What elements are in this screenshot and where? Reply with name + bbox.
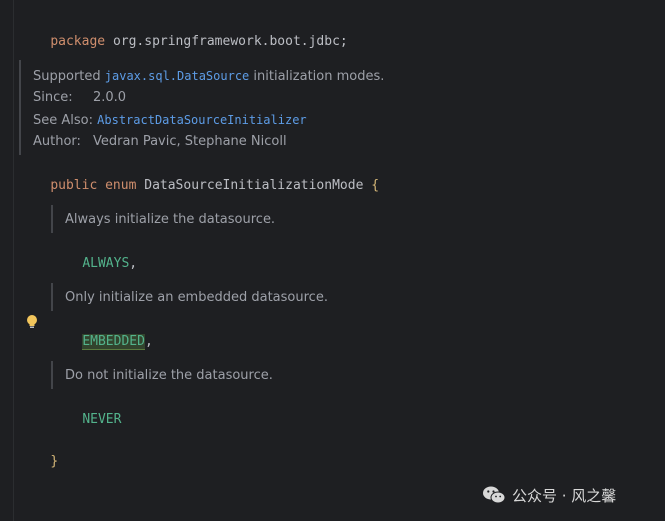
class-doc-summary-suffix: initialization modes.	[253, 69, 385, 84]
class-doc-since-label: Since:	[33, 90, 73, 105]
code-editor[interactable]: package org.springframework.boot.jdbc; S…	[0, 0, 665, 521]
package-declaration[interactable]: package org.springframework.boot.jdbc;	[19, 18, 348, 66]
class-doc-see-also-label: See Also:	[33, 113, 93, 128]
gutter-guide	[13, 0, 14, 521]
class-doc-summary: Supported javax.sql.DataSource initializ…	[33, 68, 384, 85]
package-keyword: package	[50, 34, 106, 49]
enum-constant-suffix: ,	[129, 256, 138, 271]
public-keyword: public	[50, 178, 98, 193]
enum-constant-embedded[interactable]: EMBEDDED,	[51, 318, 153, 366]
class-doc-summary-prefix: Supported	[33, 69, 101, 84]
enum-name: DataSourceInitializationMode	[144, 178, 364, 193]
watermark: 公众号 · 风之馨	[482, 482, 616, 508]
watermark-text: 公众号 · 风之馨	[512, 486, 617, 505]
enum-constant-always[interactable]: ALWAYS,	[51, 240, 137, 288]
class-doc-since: Since: 2.0.0	[33, 90, 433, 106]
package-name: org.springframework.boot.jdbc	[112, 34, 340, 49]
enum-constant-never[interactable]: NEVER	[51, 396, 121, 444]
enum-constant-name: NEVER	[82, 412, 122, 427]
class-doc-since-value: 2.0.0	[93, 90, 127, 105]
enum-declaration[interactable]: public enum DataSourceInitializationMode…	[19, 162, 379, 210]
enum-keyword: enum	[105, 178, 137, 193]
embedded-doc-block[interactable]	[51, 283, 53, 311]
class-doc-author: Author: Vedran Pavic, Stephane Nicoll	[33, 134, 433, 150]
close-brace-line[interactable]: }	[19, 438, 58, 486]
class-doc-summary-code[interactable]: javax.sql.DataSource	[105, 69, 250, 83]
never-doc-text: Do not initialize the datasource.	[65, 368, 273, 383]
enum-constant-suffix: ,	[144, 334, 153, 349]
class-doc-see-also: See Also: AbstractDataSourceInitializer	[33, 112, 433, 129]
close-brace: }	[50, 454, 59, 469]
lightbulb-icon[interactable]	[25, 314, 39, 330]
open-brace: {	[371, 178, 380, 193]
always-doc-block[interactable]	[51, 205, 53, 233]
always-doc-text: Always initialize the datasource.	[65, 212, 276, 227]
wechat-icon	[483, 486, 506, 504]
class-doc-block[interactable]	[19, 60, 21, 155]
enum-constant-name: EMBEDDED	[82, 334, 145, 350]
enum-constant-name: ALWAYS	[82, 256, 130, 271]
class-doc-see-also-link[interactable]: AbstractDataSourceInitializer	[97, 113, 307, 127]
package-semicolon: ;	[339, 34, 348, 49]
never-doc-block[interactable]	[51, 361, 53, 389]
class-doc-author-label: Author:	[33, 134, 81, 149]
class-doc-author-value: Vedran Pavic, Stephane Nicoll	[93, 134, 287, 149]
embedded-doc-text: Only initialize an embedded datasource.	[65, 290, 328, 305]
